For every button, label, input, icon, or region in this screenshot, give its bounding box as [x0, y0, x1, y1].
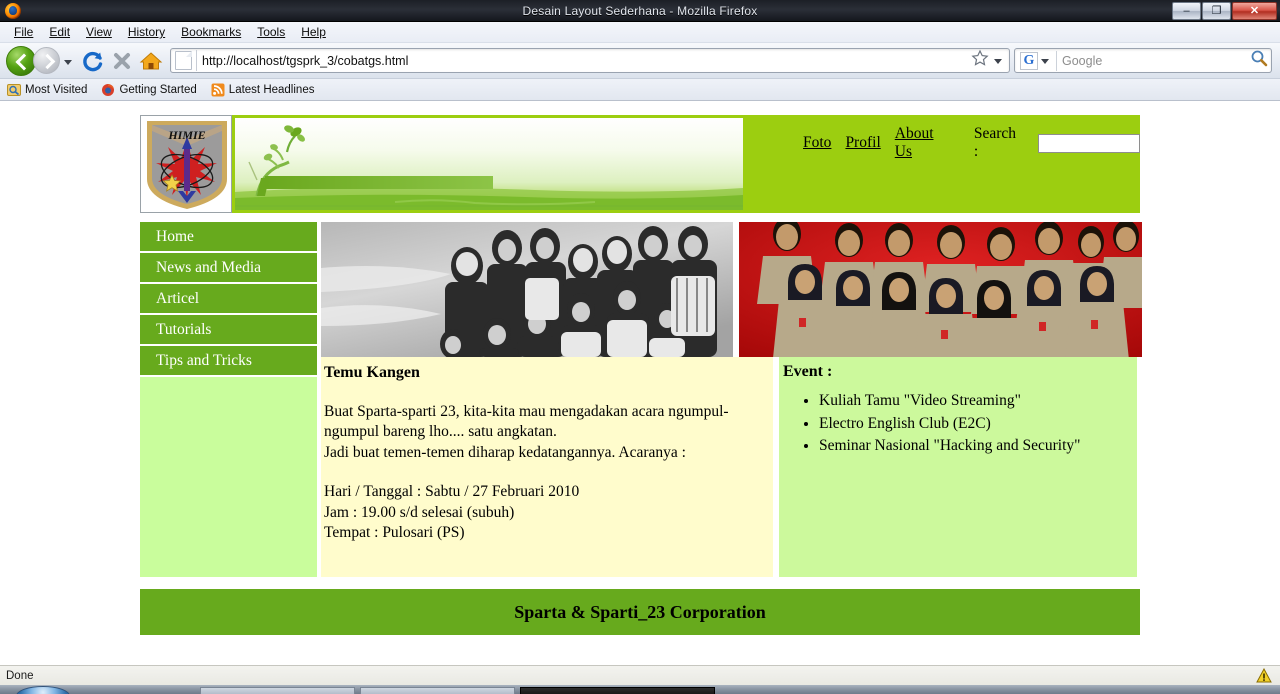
sidebar-item-tips-and-tricks[interactable]: Tips and Tricks: [140, 346, 317, 377]
site-search-input[interactable]: [1038, 133, 1140, 153]
article-title: Temu Kangen: [324, 364, 420, 381]
history-dropdown-icon[interactable]: [61, 51, 74, 71]
event-list-item: Electro English Club (E2C): [819, 414, 1127, 434]
status-text: Done: [6, 669, 34, 682]
article-detail-time: Jam : 19.00 s/d selesai (subuh): [324, 503, 515, 521]
page-viewport: HIMIE Foto Profil About Us Search: Home…: [0, 105, 1280, 665]
taskbar-item-active[interactable]: [520, 687, 715, 694]
article-panel: Temu Kangen Buat Sparta-sparti 23, kita-…: [321, 357, 773, 577]
bookmark-star-icon[interactable]: [971, 49, 991, 72]
bookmark-most-visited-label: Most Visited: [25, 83, 88, 96]
url-divider: [196, 50, 197, 71]
bookmark-most-visited[interactable]: Most Visited: [7, 83, 87, 97]
sidebar-item-tutorials[interactable]: Tutorials: [140, 315, 317, 346]
browser-search-input[interactable]: Google: [1062, 54, 1249, 68]
menu-history[interactable]: History: [120, 24, 173, 40]
rss-feed-icon: [211, 83, 225, 97]
menu-file-label: File: [14, 25, 34, 39]
nav-link-profil[interactable]: Profil: [845, 134, 880, 152]
sidebar-item-articel[interactable]: Articel: [140, 284, 317, 315]
content-column: Temu Kangen Buat Sparta-sparti 23, kita-…: [321, 222, 1142, 577]
event-list-item: Seminar Nasional "Hacking and Security": [819, 436, 1127, 456]
window-title: Desain Layout Sederhana - Mozilla Firefo…: [522, 3, 758, 18]
site-body: Home News and Media Articel Tutorials Ti…: [140, 222, 1142, 577]
bookmarks-toolbar: Most Visited Getting Started Latest Head…: [0, 79, 1280, 101]
menu-tools-label: Tools: [257, 25, 286, 39]
site-nav: Foto Profil About Us Search :: [803, 125, 1140, 161]
sidebar-item-news-and-media[interactable]: News and Media: [140, 253, 317, 284]
banner-artwork: [235, 118, 743, 210]
menu-bar: File Edit View History Bookmarks Tools H…: [0, 22, 1280, 43]
menu-view-label: View: [86, 25, 112, 39]
menu-help[interactable]: Help: [293, 24, 334, 40]
event-list-item: Kuliah Tamu "Video Streaming": [819, 391, 1127, 411]
event-list: Kuliah Tamu "Video Streaming" Electro En…: [783, 391, 1127, 456]
page-favicon-icon: [175, 51, 192, 70]
back-button-icon[interactable]: [6, 45, 36, 76]
bookmark-latest-headlines-label: Latest Headlines: [228, 83, 315, 96]
web-page: HIMIE Foto Profil About Us Search: Home…: [140, 105, 1142, 635]
magnifier-icon[interactable]: [1249, 49, 1271, 72]
group-photo-beach: [321, 222, 733, 357]
menu-history-label: History: [127, 25, 166, 39]
article-paragraph-1: Buat Sparta-sparti 23, kita-kita mau men…: [324, 402, 729, 441]
group-photo-uniform: [739, 222, 1142, 357]
bookmark-getting-started[interactable]: Getting Started: [101, 83, 197, 97]
menu-view[interactable]: View: [78, 24, 120, 40]
menu-bookmarks[interactable]: Bookmarks: [173, 24, 249, 40]
sidebar-item-home[interactable]: Home: [140, 222, 317, 253]
windows-taskbar: [0, 685, 1280, 694]
event-title: Event :: [783, 363, 833, 380]
event-panel: Event : Kuliah Tamu "Video Streaming" El…: [779, 357, 1137, 577]
article-detail-day: Hari / Tanggal : Sabtu / 27 Februari 201…: [324, 483, 580, 500]
start-button-icon[interactable]: [16, 686, 70, 694]
taskbar-item[interactable]: [360, 687, 515, 694]
banner-nav-area: Foto Profil About Us Search :: [743, 115, 1140, 213]
content-row: Temu Kangen Buat Sparta-sparti 23, kita-…: [321, 357, 1142, 577]
taskbar-item[interactable]: [200, 687, 355, 694]
most-visited-icon: [7, 83, 21, 97]
site-sidebar: Home News and Media Articel Tutorials Ti…: [140, 222, 317, 577]
nav-link-about-us[interactable]: About Us: [895, 125, 942, 161]
site-banner: Foto Profil About Us Search :: [232, 115, 1140, 213]
firefox-icon: [101, 83, 115, 97]
site-header: HIMIE Foto Profil About Us Search:: [140, 115, 1140, 213]
bookmark-latest-headlines[interactable]: Latest Headlines: [211, 83, 315, 97]
menu-help-label: Help: [301, 25, 326, 39]
navigation-toolbar: http://localhost/tgsprk_3/cobatgs.html G…: [0, 43, 1280, 79]
menu-tools[interactable]: Tools: [249, 24, 293, 40]
himie-emblem-icon: HIMIE: [147, 121, 227, 209]
browser-search-bar[interactable]: G Google: [1014, 48, 1272, 73]
article-paragraph-2: Jadi buat temen-temen diharap kedatangan…: [324, 443, 686, 461]
article-spacer: [324, 463, 763, 482]
home-button-icon[interactable]: [138, 48, 164, 74]
article-detail-place: Tempat : Pulosari (PS): [324, 524, 465, 541]
svg-text:HIMIE: HIMIE: [167, 128, 205, 142]
warning-icon[interactable]: [1256, 667, 1272, 683]
nav-link-foto[interactable]: Foto: [803, 134, 831, 152]
menu-file[interactable]: File: [6, 24, 41, 40]
photo-row: [321, 222, 1142, 357]
url-bar[interactable]: http://localhost/tgsprk_3/cobatgs.html: [170, 48, 1010, 73]
site-footer: Sparta & Sparti_23 Corporation: [140, 589, 1140, 635]
site-search-label: Search :: [973, 125, 1016, 160]
site-logo: HIMIE: [140, 115, 232, 213]
menu-edit-label: Edit: [49, 25, 71, 39]
stop-button-icon[interactable]: [109, 48, 135, 74]
menu-bookmarks-label: Bookmarks: [181, 25, 242, 39]
menu-edit[interactable]: Edit: [41, 24, 78, 40]
url-text[interactable]: http://localhost/tgsprk_3/cobatgs.html: [202, 54, 971, 68]
bookmark-getting-started-label: Getting Started: [119, 83, 197, 96]
reload-button-icon[interactable]: [80, 48, 106, 74]
forward-button-icon[interactable]: [33, 47, 60, 74]
firefox-window: Desain Layout Sederhana - Mozilla Firefo…: [0, 0, 1280, 694]
google-logo-icon[interactable]: G: [1020, 51, 1038, 70]
search-divider: [1056, 50, 1057, 71]
title-bar: Desain Layout Sederhana - Mozilla Firefo…: [0, 0, 1280, 22]
status-bar: Done: [0, 665, 1280, 685]
